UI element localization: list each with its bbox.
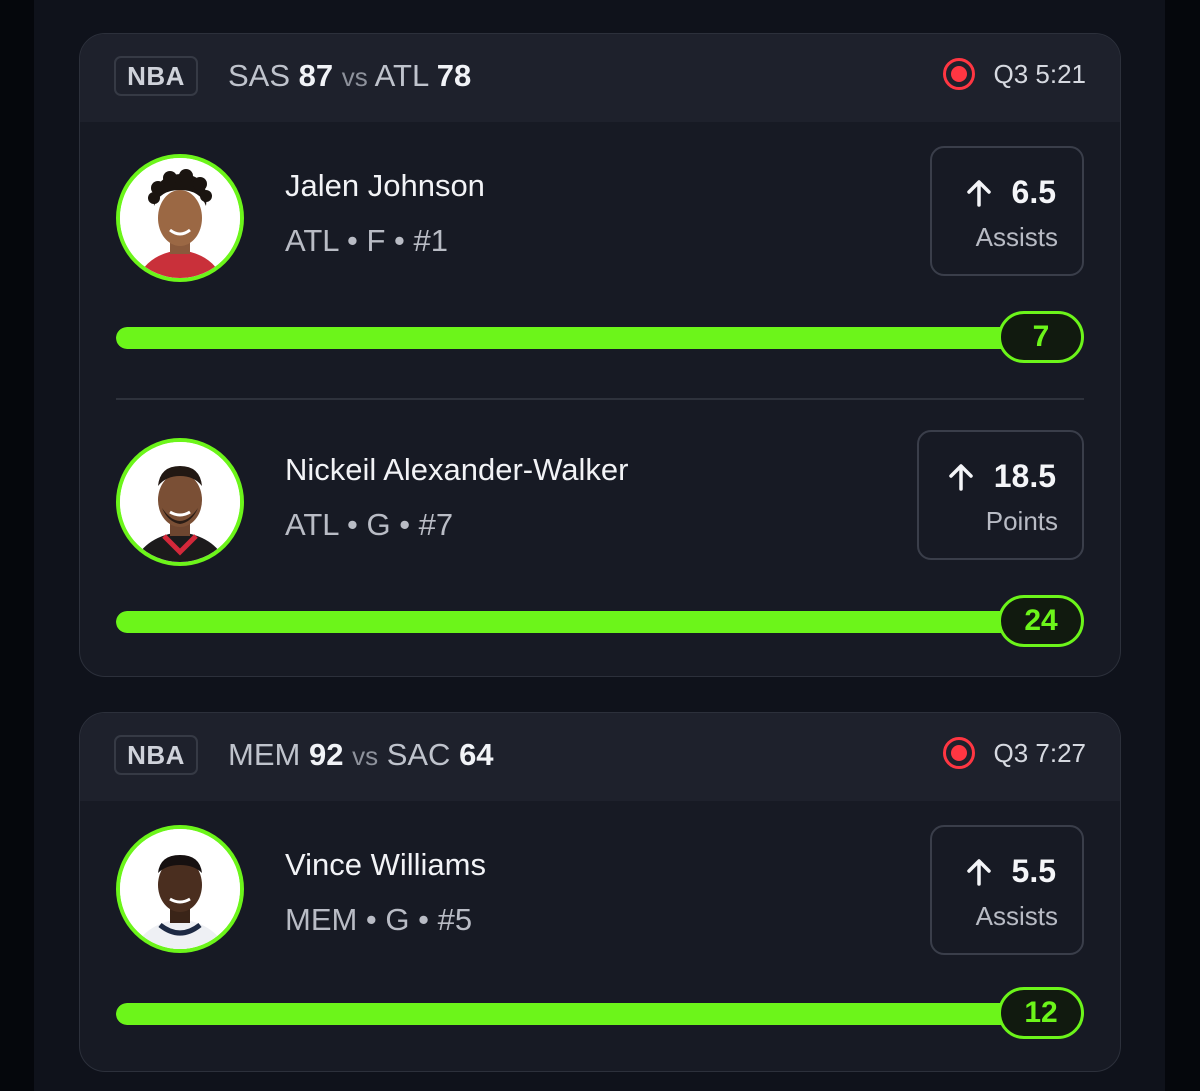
matchup: MEM 92 vs SAC 64 [228,737,494,773]
live-record-icon [943,737,976,769]
team-away: SAC [386,737,451,772]
prop-stat-type: Assists [975,222,1058,252]
player-avatar [116,154,244,282]
prop-line-box[interactable]: 5.5 Assists [930,825,1084,955]
vs-label: vs [352,741,379,771]
score-home: 92 [308,737,344,772]
prop-line-box[interactable]: 6.5 Assists [930,146,1084,276]
vs-label: vs [341,62,368,92]
player-name: Vince Williams [285,847,486,882]
player-meta: ATL • F • #1 [285,223,448,258]
current-stat-value: 7 [998,311,1084,363]
arrow-up-icon [966,858,991,886]
live-status: Q3 5:21 [943,58,1086,90]
matchup: SAS 87 vs ATL 78 [228,58,471,94]
prop-line-value: 5.5 [1011,853,1056,889]
team-home: SAS [228,58,291,93]
league-badge: NBA [114,735,198,775]
player-name: Jalen Johnson [285,168,485,203]
player-avatar [116,438,244,566]
arrow-up-icon [948,463,973,491]
progress-bar: 24 [116,595,1084,647]
progress-fill [116,1003,1042,1025]
team-home: MEM [228,737,301,772]
current-stat-value: 24 [998,595,1084,647]
progress-fill [116,611,1042,633]
prop-line-box[interactable]: 18.5 Points [917,430,1084,560]
player-name: Nickeil Alexander-Walker [285,452,629,487]
player-meta: ATL • G • #7 [285,507,454,542]
prop-line-value: 18.5 [993,458,1056,494]
divider [116,398,1084,400]
game-clock: Q3 5:21 [993,58,1086,89]
progress-fill [116,327,1042,349]
game-header: NBA MEM 92 vs SAC 64 Q3 7:27 [80,713,1120,801]
team-away: ATL [374,58,429,93]
game-clock: Q3 7:27 [993,737,1086,768]
prop-stat-type: Points [985,506,1058,536]
score-away: 64 [459,737,494,772]
game-header: NBA SAS 87 vs ATL 78 Q3 5:21 [80,34,1120,122]
score-home: 87 [298,58,334,93]
player-prop-row[interactable]: Vince Williams MEM • G • #5 5.5 Assists … [80,801,1120,1071]
game-card[interactable]: NBA SAS 87 vs ATL 78 Q3 5:21 Jalen Johns… [79,33,1121,677]
player-prop-row[interactable]: Jalen Johnson ATL • F • #1 6.5 Assists 7 [80,122,1120,392]
current-stat-value: 12 [998,987,1084,1039]
live-status: Q3 7:27 [943,737,1086,769]
live-record-icon [943,58,976,90]
player-prop-row[interactable]: Nickeil Alexander-Walker ATL • G • #7 18… [80,406,1120,676]
progress-bar: 12 [116,987,1084,1039]
progress-bar: 7 [116,311,1084,363]
game-card[interactable]: NBA MEM 92 vs SAC 64 Q3 7:27 Vince Willi… [79,712,1121,1072]
props-feed: NBA SAS 87 vs ATL 78 Q3 5:21 Jalen Johns… [34,0,1165,1091]
prop-line-value: 6.5 [1011,174,1056,210]
player-avatar [116,825,244,953]
league-badge: NBA [114,56,198,96]
player-meta: MEM • G • #5 [285,902,473,937]
prop-stat-type: Assists [975,901,1058,931]
arrow-up-icon [966,179,991,207]
score-away: 78 [436,58,472,93]
